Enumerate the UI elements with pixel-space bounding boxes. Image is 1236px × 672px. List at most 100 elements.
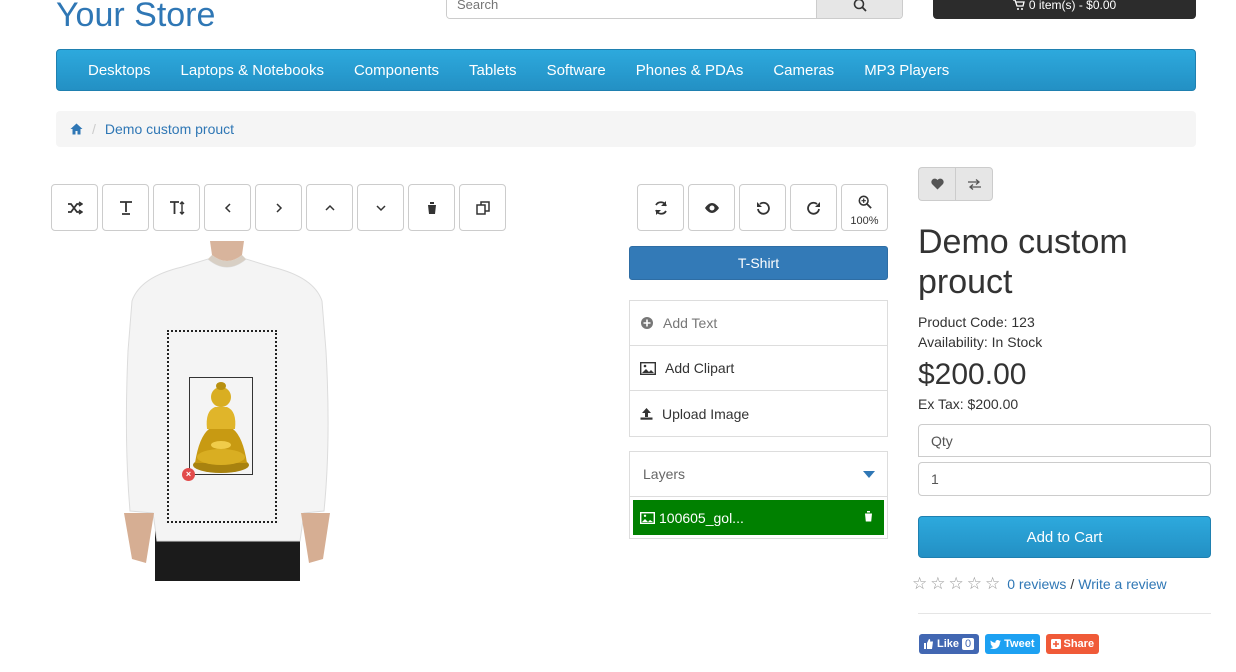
zoom-level: 100%: [850, 215, 879, 227]
plus-circle-icon: [641, 317, 653, 329]
product-price: $200.00: [918, 358, 1027, 391]
cart-button[interactable]: 0 item(s) - $0.00: [933, 0, 1196, 19]
layers-header[interactable]: Layers: [630, 452, 887, 497]
tweet-button[interactable]: Tweet: [985, 634, 1040, 654]
thumbs-up-icon: [924, 639, 933, 649]
undo-button[interactable]: [739, 184, 786, 231]
compare-button[interactable]: [955, 167, 993, 201]
zoom-in-icon: [858, 195, 872, 209]
preview-button[interactable]: [688, 184, 735, 231]
layer-item[interactable]: 100605_gol...: [633, 500, 884, 535]
text-size-button[interactable]: [153, 184, 200, 231]
cart-label: 0 item(s) - $0.00: [1028, 0, 1117, 12]
upload-image-tool[interactable]: Upload Image: [630, 391, 887, 436]
undo-icon: [756, 201, 770, 215]
nav-item-components[interactable]: Components: [339, 62, 454, 79]
share-buttons: Like 0 Tweet Share: [919, 634, 1100, 654]
refresh-icon: [654, 200, 667, 215]
remove-object-icon[interactable]: ×: [182, 468, 195, 481]
product-info: Product Code: 123 Availability: In Stock: [918, 312, 1042, 352]
add-clipart-label: Add Clipart: [665, 360, 735, 376]
nav-item-desktops[interactable]: Desktops: [73, 62, 166, 79]
text-size-icon: [169, 200, 184, 215]
redo-icon: [806, 201, 820, 215]
nav-item-mp3[interactable]: MP3 Players: [849, 62, 964, 79]
search-icon: [853, 0, 867, 12]
rating-stars-icon: ☆☆☆☆☆: [912, 574, 1004, 593]
home-icon[interactable]: [70, 123, 83, 135]
caret-down-icon[interactable]: [863, 470, 875, 478]
redo-button[interactable]: [790, 184, 837, 231]
chevron-left-icon: [224, 202, 231, 213]
trash-icon[interactable]: [863, 510, 874, 522]
add-clipart-tool[interactable]: Add Clipart: [630, 346, 887, 391]
heart-icon: [930, 178, 944, 190]
move-right-button[interactable]: [255, 184, 302, 231]
search-button[interactable]: [816, 0, 902, 18]
qty-input[interactable]: [918, 462, 1211, 496]
add-to-cart-button[interactable]: Add to Cart: [918, 516, 1211, 558]
chevron-right-icon: [275, 202, 282, 213]
move-up-button[interactable]: [306, 184, 353, 231]
search-input[interactable]: [447, 0, 816, 18]
wishlist-button[interactable]: [918, 167, 955, 201]
chevron-down-icon: [375, 204, 386, 211]
upload-icon: [640, 408, 653, 420]
upload-image-label: Upload Image: [662, 405, 750, 422]
shuffle-button[interactable]: [51, 184, 98, 231]
like-label: Like: [937, 638, 960, 650]
like-count: 0: [962, 638, 975, 650]
layer-name: 100605_gol...: [659, 509, 744, 526]
store-logo[interactable]: Your Store: [56, 0, 215, 35]
wishlist-compare-group: [918, 167, 993, 201]
search-bar: [446, 0, 903, 19]
duplicate-button[interactable]: [459, 184, 506, 231]
shuffle-icon: [67, 200, 83, 215]
breadcrumb: / Demo custom prouct: [56, 111, 1196, 147]
add-text-tool[interactable]: Add Text: [630, 301, 887, 346]
eye-icon: [704, 202, 719, 213]
move-down-button[interactable]: [357, 184, 404, 231]
zoom-button[interactable]: 100%: [841, 184, 888, 231]
text-format-button[interactable]: [102, 184, 149, 231]
add-text-label: Add Text: [663, 315, 718, 331]
nav-item-phones[interactable]: Phones & PDAs: [621, 62, 759, 79]
clipart-selection-box[interactable]: [189, 377, 253, 475]
product-ex-tax: Ex Tax: $200.00: [918, 396, 1019, 412]
product-code: Product Code: 123: [918, 314, 1035, 330]
nav-item-cameras[interactable]: Cameras: [758, 62, 849, 79]
image-icon: [640, 511, 655, 524]
layers-panel: Layers 100605_gol...: [629, 451, 888, 539]
cart-icon: [1012, 0, 1025, 10]
plus-square-icon: [1050, 639, 1061, 649]
copy-icon: [475, 200, 490, 215]
write-review-link[interactable]: Write a review: [1078, 576, 1166, 592]
refresh-button[interactable]: [637, 184, 684, 231]
trash-icon: [426, 201, 437, 214]
facebook-like-button[interactable]: Like 0: [919, 634, 980, 654]
nav-item-laptops[interactable]: Laptops & Notebooks: [166, 62, 339, 79]
design-tools-panel: Add Text Add Clipart Upload Image: [629, 300, 888, 437]
rating-row: ☆☆☆☆☆ 0 reviews / Write a review: [912, 574, 1167, 594]
qty-label: Qty: [918, 424, 1211, 457]
nav-item-software[interactable]: Software: [532, 62, 621, 79]
nav-item-tablets[interactable]: Tablets: [454, 62, 532, 79]
twitter-icon: [990, 639, 1002, 649]
main-nav: Desktops Laptops & Notebooks Components …: [56, 49, 1196, 91]
product-title: Demo custom prouct: [918, 223, 1128, 301]
tweet-label: Tweet: [1004, 638, 1035, 650]
reviews-link[interactable]: 0 reviews: [1007, 576, 1066, 592]
product-view-button[interactable]: T-Shirt: [629, 246, 888, 280]
chevron-up-icon: [324, 204, 335, 211]
delete-button[interactable]: [408, 184, 455, 231]
layers-title: Layers: [643, 466, 686, 482]
breadcrumb-current[interactable]: Demo custom prouct: [105, 121, 234, 137]
product-availability: Availability: In Stock: [918, 334, 1043, 350]
divider: [918, 613, 1211, 614]
breadcrumb-separator: /: [92, 121, 96, 137]
text-icon: [119, 200, 132, 215]
share-button[interactable]: Share: [1045, 634, 1100, 654]
image-icon: [640, 361, 656, 375]
exchange-icon: [967, 178, 981, 190]
move-left-button[interactable]: [204, 184, 251, 231]
